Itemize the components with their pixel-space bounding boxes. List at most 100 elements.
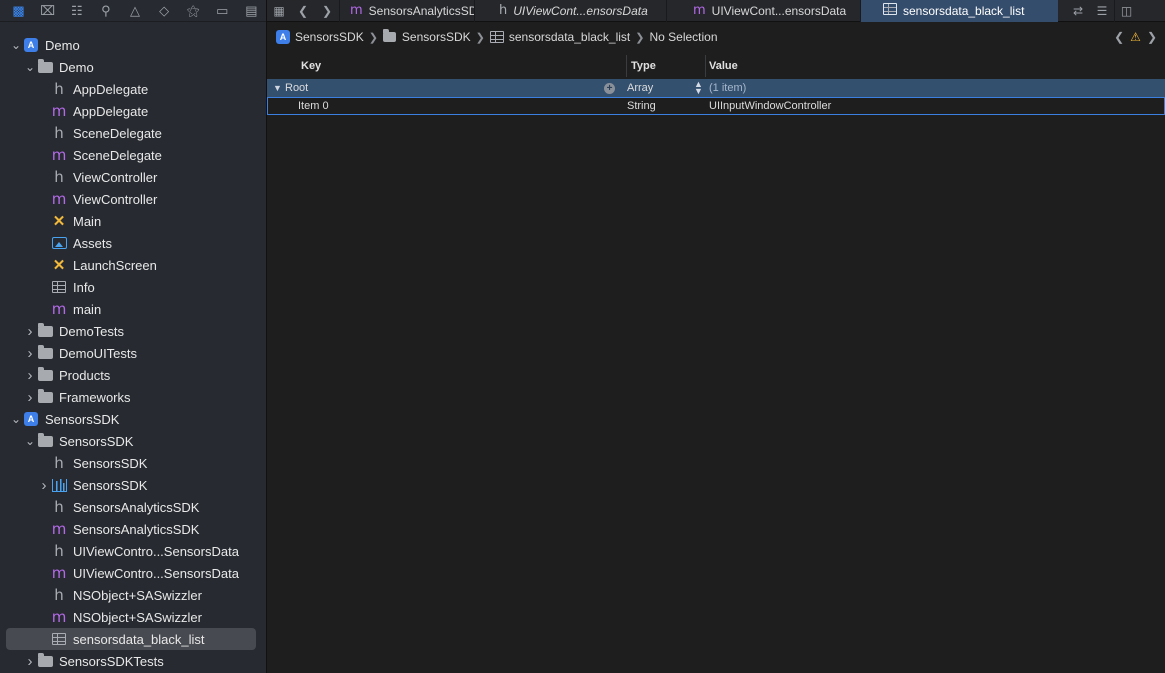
split-editor-icon[interactable]: ◫ — [1114, 0, 1138, 22]
chevron-right-icon[interactable]: › — [24, 389, 36, 406]
tab-sensors-analytics-m[interactable]: m SensorsAnalyticsSDK — [339, 0, 474, 22]
breadcrumb-label: No Selection — [649, 30, 718, 44]
lines-icon[interactable]: ☰ — [1090, 0, 1114, 22]
tree-item[interactable]: › SensorsSDKTests — [6, 650, 256, 672]
forward-arrow-icon[interactable]: ❯ — [315, 0, 339, 22]
debug-icon[interactable]: ⚝ — [179, 0, 208, 22]
tree-item[interactable]: sensorsdata_black_list — [6, 628, 256, 650]
tree-item[interactable]: › Products — [6, 364, 256, 386]
header-key[interactable]: Key — [301, 55, 321, 77]
plist-row-item[interactable]: Item 0 String UIInputWindowController — [267, 97, 1165, 115]
chevron-right-icon: ❯ — [368, 31, 378, 44]
tree-item[interactable]: Info — [6, 276, 256, 298]
tab-sensorsdata-black-list[interactable]: sensorsdata_black_list — [860, 0, 1058, 22]
tree-item[interactable]: h ViewController — [6, 166, 256, 188]
chevron-right-icon[interactable]: › — [24, 323, 36, 340]
h-file-icon: h — [54, 124, 64, 142]
breadcrumb-selection[interactable]: No Selection — [649, 30, 717, 44]
chevron-down-icon[interactable]: ▼ — [273, 83, 282, 93]
folder-icon — [36, 388, 54, 405]
chevron-down-icon[interactable]: ⌄ — [24, 435, 36, 447]
m-file-icon: m — [51, 520, 67, 538]
tree-item-label: ViewController — [73, 169, 158, 185]
tree-item-label: NSObject+SASwizzler — [73, 609, 202, 625]
tree-item[interactable]: › DemoUITests — [6, 342, 256, 364]
h-file-icon: h — [54, 498, 64, 516]
editor-area: ▦ ❮ ❯ m SensorsAnalyticsSDK h UIViewCont… — [267, 0, 1165, 673]
navigator-toolbar: ▩ ⌧ ☷ ⚲ △ ◇ ⚝ ▭ ▤ — [0, 0, 266, 22]
h-file-icon: h — [54, 80, 64, 98]
folder-icon — [36, 58, 54, 75]
back-arrow-icon[interactable]: ❮ — [291, 0, 315, 22]
tree-item-label: AppDelegate — [73, 103, 149, 119]
tree-item[interactable]: h SensorsSDK — [6, 452, 256, 474]
tree-item[interactable]: ⌄ SensorsSDK — [6, 430, 256, 452]
chevron-right-icon[interactable]: › — [38, 477, 50, 494]
m-file-icon: m — [51, 190, 67, 208]
tree-item[interactable]: h SceneDelegate — [6, 122, 256, 144]
hierarchy-icon[interactable]: ☷ — [62, 0, 91, 22]
tree-item[interactable]: m main — [6, 298, 256, 320]
chevron-right-icon[interactable]: › — [24, 653, 36, 670]
add-item-icon[interactable]: + — [604, 82, 615, 94]
row-type[interactable]: String — [627, 98, 656, 114]
breadcrumb-label: SensorsSDK — [401, 30, 471, 44]
tree-item[interactable]: h UIViewContro...SensorsData — [6, 540, 256, 562]
type-stepper-icon[interactable]: ▲ ▼ — [694, 80, 703, 96]
header-type[interactable]: Type — [626, 55, 656, 77]
m-file-icon: m — [51, 102, 67, 120]
report-icon[interactable]: ▤ — [237, 0, 266, 22]
m-file-icon: m — [51, 564, 67, 582]
tree-item[interactable]: › SensorsSDK — [6, 474, 256, 496]
test-icon[interactable]: ◇ — [150, 0, 179, 22]
tab-uiviewcontroller-m[interactable]: m UIViewCont...ensorsData — [666, 0, 860, 22]
chevron-left-icon[interactable]: ❮ — [1114, 30, 1124, 44]
warning-icon[interactable]: ⚠ — [1130, 30, 1141, 44]
breadcrumb-folder[interactable]: SensorsSDK ❯ — [383, 29, 490, 45]
tree-item[interactable]: m SceneDelegate — [6, 144, 256, 166]
tree-item-label: Info — [73, 279, 95, 295]
tab-uiviewcontroller-h[interactable]: h UIViewCont...ensorsData — [474, 0, 666, 22]
tree-item[interactable]: m UIViewContro...SensorsData — [6, 562, 256, 584]
search-icon[interactable]: ⚲ — [91, 0, 120, 22]
swap-icon[interactable]: ⇄ — [1066, 0, 1090, 22]
tree-item[interactable]: ✕ Main — [6, 210, 256, 232]
grid-icon[interactable]: ▦ — [267, 0, 291, 22]
tree-item[interactable]: ⌄ Demo — [6, 56, 256, 78]
tree-item-label: SceneDelegate — [73, 147, 162, 163]
tree-item[interactable]: m NSObject+SASwizzler — [6, 606, 256, 628]
row-type[interactable]: Array — [627, 79, 653, 97]
row-value[interactable]: UIInputWindowController — [709, 98, 831, 114]
chevron-right-icon[interactable]: › — [24, 367, 36, 384]
tree-item[interactable]: ⌄ A Demo — [6, 34, 256, 56]
chevron-right-icon[interactable]: › — [24, 345, 36, 362]
folder-icon[interactable]: ▩ — [4, 0, 33, 22]
source-control-icon[interactable]: ⌧ — [33, 0, 62, 22]
warning-icon[interactable]: △ — [120, 0, 149, 22]
tree-item[interactable]: m SensorsAnalyticsSDK — [6, 518, 256, 540]
breadcrumb-file[interactable]: sensorsdata_black_list ❯ — [489, 29, 650, 45]
project-navigator: ▩ ⌧ ☷ ⚲ △ ◇ ⚝ ▭ ▤ ⌄ A Demo ⌄ Demo h AppDelegat… — [0, 0, 267, 673]
tree-item[interactable]: m ViewController — [6, 188, 256, 210]
tree-item[interactable]: Assets — [6, 232, 256, 254]
header-value[interactable]: Value — [705, 55, 738, 77]
chevron-down-icon[interactable]: ⌄ — [10, 413, 22, 425]
folder-icon — [383, 29, 397, 45]
plist-row-root[interactable]: ▼ Root + Array ▲ ▼ (1 item) — [267, 79, 1165, 97]
chevron-right-icon[interactable]: ❯ — [1147, 30, 1157, 44]
breadcrumb-project[interactable]: A SensorsSDK ❯ — [276, 29, 383, 45]
tree-item[interactable]: h NSObject+SASwizzler — [6, 584, 256, 606]
tree-item[interactable]: ✕ LaunchScreen — [6, 254, 256, 276]
m-file-icon: m — [51, 146, 67, 164]
tree-item[interactable]: h SensorsAnalyticsSDK — [6, 496, 256, 518]
tree-item[interactable]: › Frameworks — [6, 386, 256, 408]
tree-item[interactable]: › DemoTests — [6, 320, 256, 342]
breakpoint-icon[interactable]: ▭ — [208, 0, 237, 22]
tree-item[interactable]: m AppDelegate — [6, 100, 256, 122]
storyboard-icon: ✕ — [52, 213, 66, 230]
tree-item[interactable]: ⌄ A SensorsSDK — [6, 408, 256, 430]
chevron-down-icon[interactable]: ⌄ — [24, 61, 36, 73]
chevron-down-icon[interactable]: ⌄ — [10, 39, 22, 51]
tree-item-label: SceneDelegate — [73, 125, 162, 141]
tree-item[interactable]: h AppDelegate — [6, 78, 256, 100]
